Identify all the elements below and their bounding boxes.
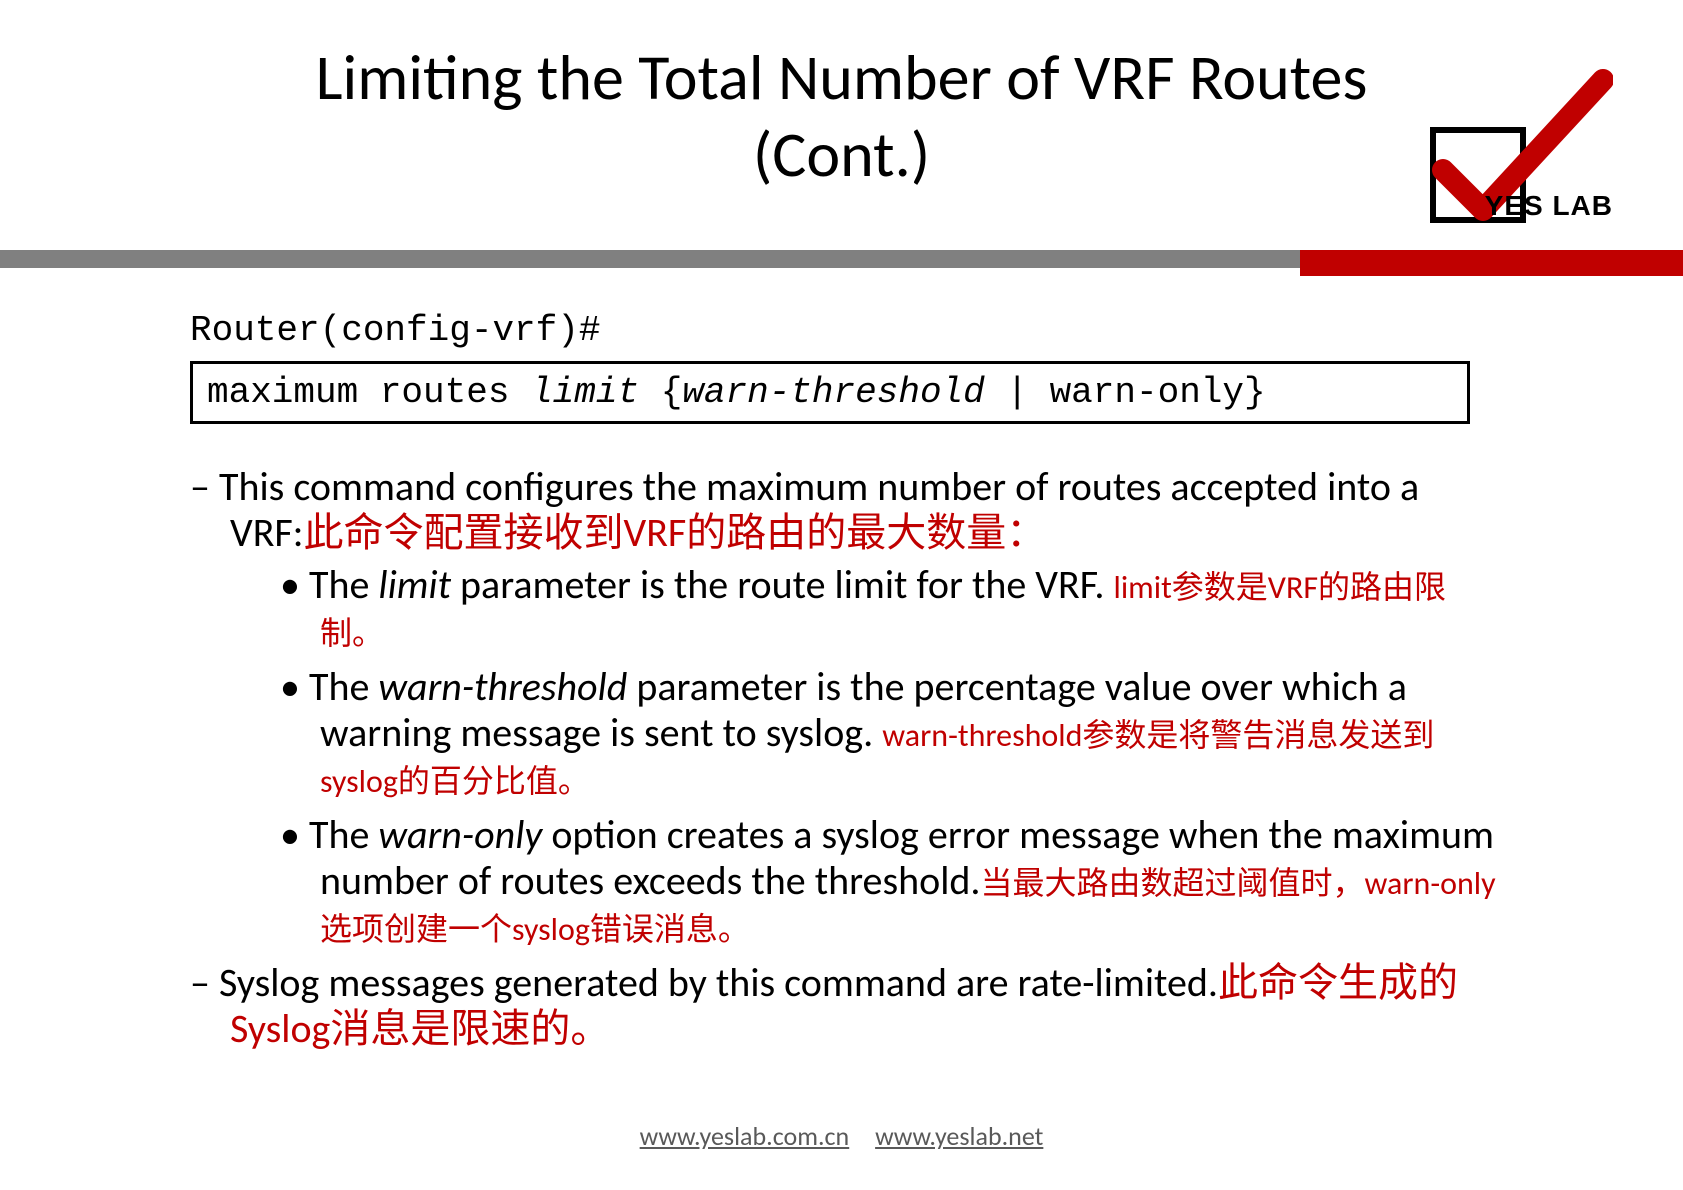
- b1b-it: warn-threshold: [378, 662, 627, 711]
- logo-text: YES LAB: [1485, 190, 1613, 222]
- b1a-post: parameter is the route limit for the VRF…: [451, 560, 1113, 609]
- cmd-suffix: | warn-only}: [985, 372, 1266, 413]
- footer-link-1[interactable]: www.yeslab.com.cn: [640, 1120, 850, 1152]
- config-prompt: Router(config-vrf)#: [190, 310, 1500, 351]
- b1a-pre: The: [309, 560, 378, 609]
- b1c-pre: The: [309, 810, 378, 859]
- command-box: maximum routes limit {warn-threshold | w…: [190, 361, 1470, 424]
- bullet-1: This command configures the maximum numb…: [190, 464, 1500, 556]
- bullet-list: This command configures the maximum numb…: [190, 464, 1500, 1052]
- yeslab-logo: YES LAB: [1353, 60, 1613, 240]
- b1c-it: warn-only: [378, 810, 542, 859]
- b1a-it: limit: [378, 560, 451, 609]
- bullet-2: Syslog messages generated by this comman…: [190, 960, 1500, 1052]
- cmd-prefix: maximum routes: [207, 372, 531, 413]
- b1-text-cn: 此命令配置接收到VRF的路由的最大数量：: [304, 508, 1047, 557]
- divider-gray: [0, 250, 1300, 268]
- content-area: Router(config-vrf)# maximum routes limit…: [190, 310, 1500, 1056]
- bullet-1b: The warn-threshold parameter is the perc…: [280, 664, 1500, 802]
- footer-links: www.yeslab.com.cn www.yeslab.net: [0, 1120, 1683, 1152]
- footer-link-2[interactable]: www.yeslab.net: [875, 1120, 1043, 1152]
- cmd-limit: limit: [531, 372, 639, 413]
- divider-red: [1300, 250, 1683, 276]
- slide: Limiting the Total Number of VRF Routes …: [0, 0, 1683, 1190]
- bullet-1a: The limit parameter is the route limit f…: [280, 562, 1500, 654]
- bullet-1c: The warn-only option creates a syslog er…: [280, 812, 1500, 950]
- slide-title: Limiting the Total Number of VRF Routes …: [292, 40, 1392, 194]
- b2-en: Syslog messages generated by this comman…: [219, 958, 1218, 1007]
- cmd-warn-threshold: warn-threshold: [682, 372, 984, 413]
- cmd-brace-open: {: [639, 372, 682, 413]
- b1b-pre: The: [309, 662, 378, 711]
